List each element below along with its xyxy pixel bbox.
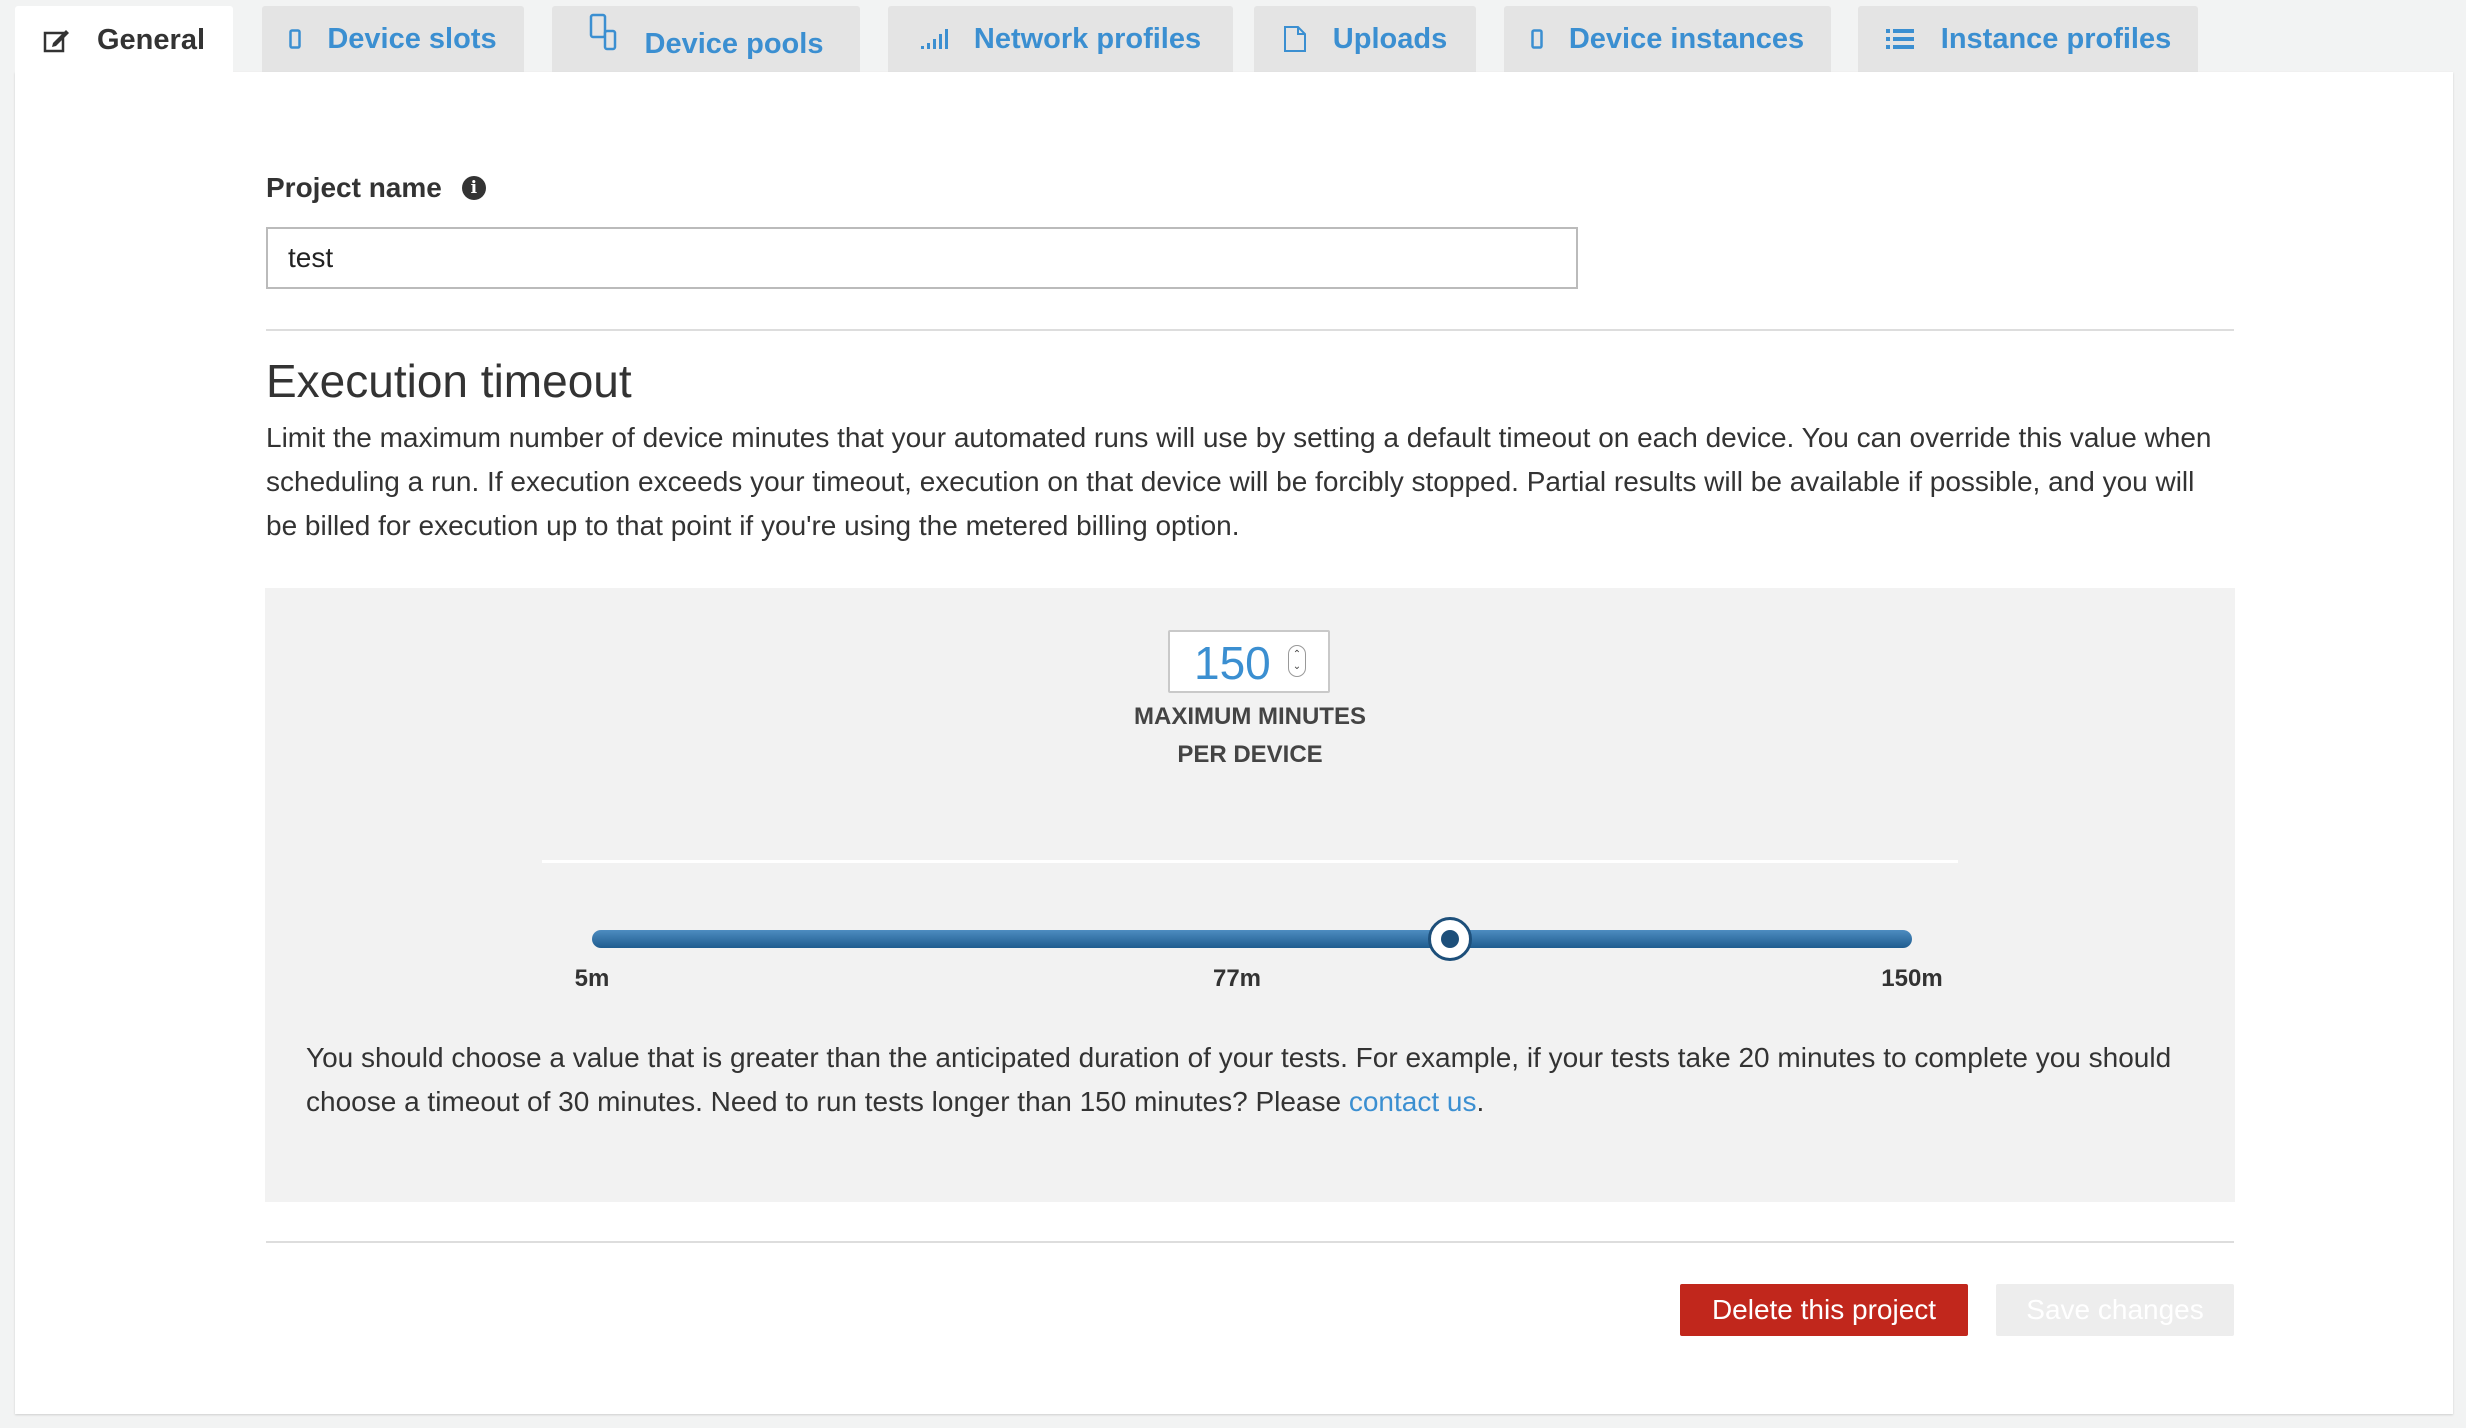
tab-label: Network profiles [973,22,1202,55]
tab-bar: General Device slots Device pools Networ… [0,0,2466,74]
timeout-slider-track[interactable] [592,930,1912,948]
stepper-caption: MAXIMUM MINUTES PER DEVICE [1134,703,1366,768]
stepper-value[interactable]: 150 [1194,638,1271,688]
tab-device-slots[interactable]: Device slots [262,6,524,72]
divider [266,329,2234,331]
tab-network-profiles[interactable]: Network profiles [888,6,1233,72]
list-icon [1885,28,1915,50]
slider-min-label: 5m [574,965,610,992]
tab-device-pools[interactable]: Device pools [552,6,860,72]
delete-project-button[interactable]: Delete this project [1680,1284,1968,1336]
project-name-label-text: Project name [266,172,442,203]
stepper-arrows-icon[interactable]: ⌃ ⌄ [1288,645,1306,677]
timeout-hint: You should choose a value that is greate… [306,1036,2206,1124]
signal-bars-icon [920,28,948,50]
section-description: Limit the maximum number of device minut… [266,422,2212,541]
chevron-down-icon[interactable]: ⌄ [1293,661,1301,673]
file-icon [1283,25,1307,53]
slider-handle-dot [1441,930,1459,948]
hint-end: . [1476,1086,1485,1117]
info-icon[interactable]: i [461,176,486,200]
divider [266,1241,2234,1243]
general-settings-panel: Project name i Execution timeout Limit t… [15,72,2453,1414]
mobile-device-icon [1531,29,1543,49]
save-changes-button[interactable]: Save changes [1996,1284,2234,1336]
contact-us-link[interactable]: contact us [1349,1086,1477,1117]
edit-icon [43,27,71,53]
section-title: Execution timeout [266,355,632,407]
tab-label: Instance profiles [1940,22,2172,55]
project-name-label: Project name i [266,172,486,204]
tab-general[interactable]: General [15,6,233,74]
tab-label: Device instances [1568,22,1805,55]
tab-label: General [97,23,205,56]
timeout-slider-handle[interactable] [1428,917,1472,961]
slider-mid-label: 77m [1212,965,1262,992]
timeout-settings-box: 150 ⌃ ⌄ MAXIMUM MINUTES PER DEVICE 5m 77… [265,588,2235,1202]
timeout-stepper[interactable]: 150 ⌃ ⌄ [1168,630,1330,693]
tab-label: Device slots [327,22,497,55]
inner-divider [542,860,1958,863]
project-name-input[interactable] [266,227,1578,289]
tab-label: Uploads [1332,22,1448,55]
chevron-up-icon[interactable]: ⌃ [1293,649,1301,661]
tab-instance-profiles[interactable]: Instance profiles [1858,6,2198,72]
slider-max-label: 150m [1881,965,1943,992]
tab-device-instances[interactable]: Device instances [1504,6,1831,72]
tab-uploads[interactable]: Uploads [1254,6,1476,72]
mobile-device-icon [289,29,302,49]
device-pool-icon [589,13,619,53]
tab-label: Device pools [644,27,824,60]
hint-text: You should choose a value that is greate… [306,1042,2172,1117]
